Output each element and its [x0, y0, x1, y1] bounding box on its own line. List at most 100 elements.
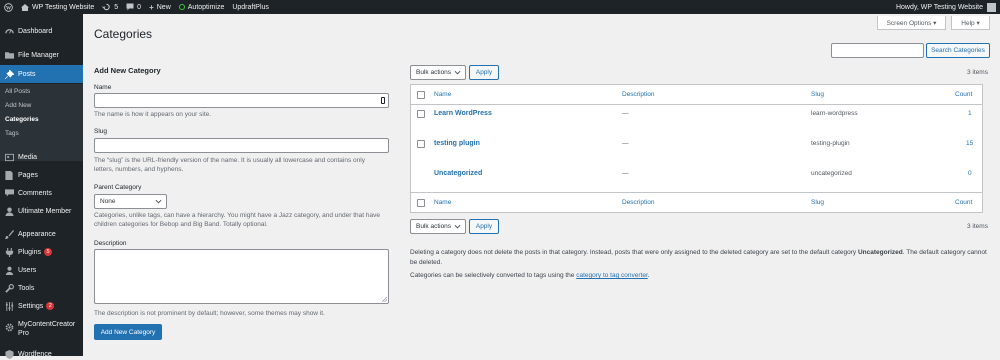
column-footer-description[interactable]: Description: [622, 199, 655, 206]
category-count-link[interactable]: 1: [968, 110, 972, 117]
name-input[interactable]: [94, 93, 389, 108]
password-manager-icon: [381, 97, 385, 104]
screen-options-button[interactable]: Screen Options ▾: [877, 16, 946, 30]
category-to-tag-converter-link[interactable]: category to tag converter: [576, 272, 648, 279]
main-content: Screen Options ▾ Help ▾ Categories Searc…: [83, 14, 1000, 356]
sidebar-item-media[interactable]: Media: [0, 149, 83, 165]
items-count-top: 3 items: [967, 69, 988, 76]
parent-label: Parent Category: [94, 184, 142, 191]
chevron-down-icon: [454, 70, 461, 75]
gauge-icon: [4, 26, 14, 36]
categories-table: Name Description Slug Count Learn WordPr…: [410, 84, 983, 213]
row-checkbox[interactable]: [417, 140, 425, 148]
update-icon: [102, 3, 110, 11]
updates-link[interactable]: 5: [98, 0, 122, 14]
bulk-actions-select-top[interactable]: Bulk actions: [410, 65, 466, 80]
updates-count: 5: [114, 3, 119, 11]
sidebar-item-users[interactable]: Users: [0, 262, 83, 278]
user-icon: [4, 206, 14, 216]
slug-help: The “slug” is the URL-friendly version o…: [94, 157, 365, 173]
new-content-link[interactable]: + New: [145, 0, 175, 14]
sidebar-item-tools[interactable]: Tools: [0, 280, 83, 296]
chevron-down-icon: [155, 199, 162, 204]
updraftplus-link[interactable]: UpdraftPlus: [228, 0, 273, 14]
search-input[interactable]: [831, 43, 924, 58]
howdy-text: Howdy, WP Testing Website: [895, 3, 983, 11]
autoptimize-label: Autoptimize: [187, 3, 225, 11]
category-name-link[interactable]: testing plugin: [434, 140, 480, 147]
column-header-slug[interactable]: Slug: [811, 91, 824, 98]
media-icon: [4, 152, 14, 162]
home-icon: [21, 3, 29, 11]
autoptimize-link[interactable]: Autoptimize: [175, 0, 229, 14]
category-count-link[interactable]: 0: [968, 170, 972, 177]
chevron-down-icon: [454, 224, 461, 229]
sidebar-item-file-manager[interactable]: File Manager: [0, 47, 83, 63]
sidebar-item-posts[interactable]: Posts: [0, 65, 83, 83]
sidebar-item-plugins[interactable]: Plugins 5: [0, 244, 83, 260]
column-footer-slug[interactable]: Slug: [811, 199, 824, 206]
select-all-checkbox-footer[interactable]: [417, 199, 425, 207]
help-button[interactable]: Help ▾: [951, 16, 990, 30]
category-description: —: [622, 110, 629, 117]
category-count-link[interactable]: 15: [966, 140, 973, 147]
category-slug: testing-plugin: [811, 140, 850, 147]
site-name: WP Testing Website: [32, 3, 95, 11]
category-name-link[interactable]: Learn WordPress: [434, 110, 492, 117]
description-textarea[interactable]: [94, 249, 389, 304]
sidebar-item-pages[interactable]: Pages: [0, 167, 83, 183]
sidebar-item-wordfence[interactable]: Wordfence: [0, 348, 83, 360]
search-categories-button[interactable]: Search Categories: [926, 43, 990, 58]
apply-button-bottom[interactable]: Apply: [469, 219, 499, 234]
name-help: The name is how it appears on your site.: [94, 111, 212, 118]
updraftplus-label: UpdraftPlus: [232, 3, 269, 11]
comments-count: 0: [137, 3, 142, 11]
column-header-name[interactable]: Name: [434, 91, 451, 98]
parent-help: Categories, unlike tags, can have a hier…: [94, 212, 380, 228]
row-checkbox[interactable]: [417, 110, 425, 118]
sidebar-item-settings[interactable]: Settings 2: [0, 298, 83, 314]
column-footer-name[interactable]: Name: [434, 199, 451, 206]
convert-note: Categories can be selectively converted …: [410, 272, 650, 279]
shield-icon: [4, 349, 14, 359]
comments-link[interactable]: 0: [122, 0, 145, 14]
bulk-actions-select-bottom[interactable]: Bulk actions: [410, 219, 466, 234]
delete-note: Deleting a category does not delete the …: [410, 249, 987, 266]
avatar: [987, 2, 996, 12]
sidebar-item-appearance[interactable]: Appearance: [0, 226, 83, 242]
add-new-category-button[interactable]: Add New Category: [94, 324, 162, 340]
category-description: —: [622, 170, 629, 177]
resize-handle-icon[interactable]: [382, 297, 387, 302]
description-help: The description is not prominent by defa…: [94, 310, 325, 317]
form-heading: Add New Category: [94, 66, 161, 75]
parent-category-select[interactable]: None: [94, 194, 167, 209]
items-count-bottom: 3 items: [967, 223, 988, 230]
submenu-add-new[interactable]: Add New: [5, 102, 31, 109]
header-divider: [411, 104, 982, 105]
column-header-description[interactable]: Description: [622, 91, 655, 98]
plugins-update-badge: 5: [43, 248, 52, 256]
column-header-count[interactable]: Count: [955, 91, 972, 98]
select-all-checkbox[interactable]: [417, 91, 425, 99]
pin-icon: [4, 69, 14, 79]
category-slug: uncategorized: [811, 170, 852, 177]
wordpress-logo-icon[interactable]: W: [0, 0, 17, 14]
sidebar-item-ultimate-member[interactable]: Ultimate Member: [0, 203, 83, 219]
site-name-link[interactable]: WP Testing Website: [17, 0, 98, 14]
users-icon: [4, 265, 14, 275]
submenu-all-posts[interactable]: All Posts: [5, 88, 30, 95]
svg-text:W: W: [6, 5, 12, 11]
category-name-link[interactable]: Uncategorized: [434, 170, 482, 177]
slug-input[interactable]: [94, 138, 389, 153]
apply-button-top[interactable]: Apply: [469, 65, 499, 80]
sidebar-item-mycontentcreator[interactable]: MyContentCreator Pro: [0, 320, 83, 344]
page-title: Categories: [94, 27, 153, 41]
sidebar-item-dashboard[interactable]: Dashboard: [0, 23, 83, 39]
submenu-tags[interactable]: Tags: [5, 130, 19, 137]
account-menu[interactable]: Howdy, WP Testing Website: [896, 0, 996, 14]
sidebar-item-comments[interactable]: Comments: [0, 185, 83, 201]
category-slug: learn-wordpress: [811, 110, 858, 117]
column-footer-count[interactable]: Count: [955, 199, 972, 206]
submenu-categories[interactable]: Categories: [5, 116, 39, 123]
status-circle-icon: [178, 4, 185, 10]
